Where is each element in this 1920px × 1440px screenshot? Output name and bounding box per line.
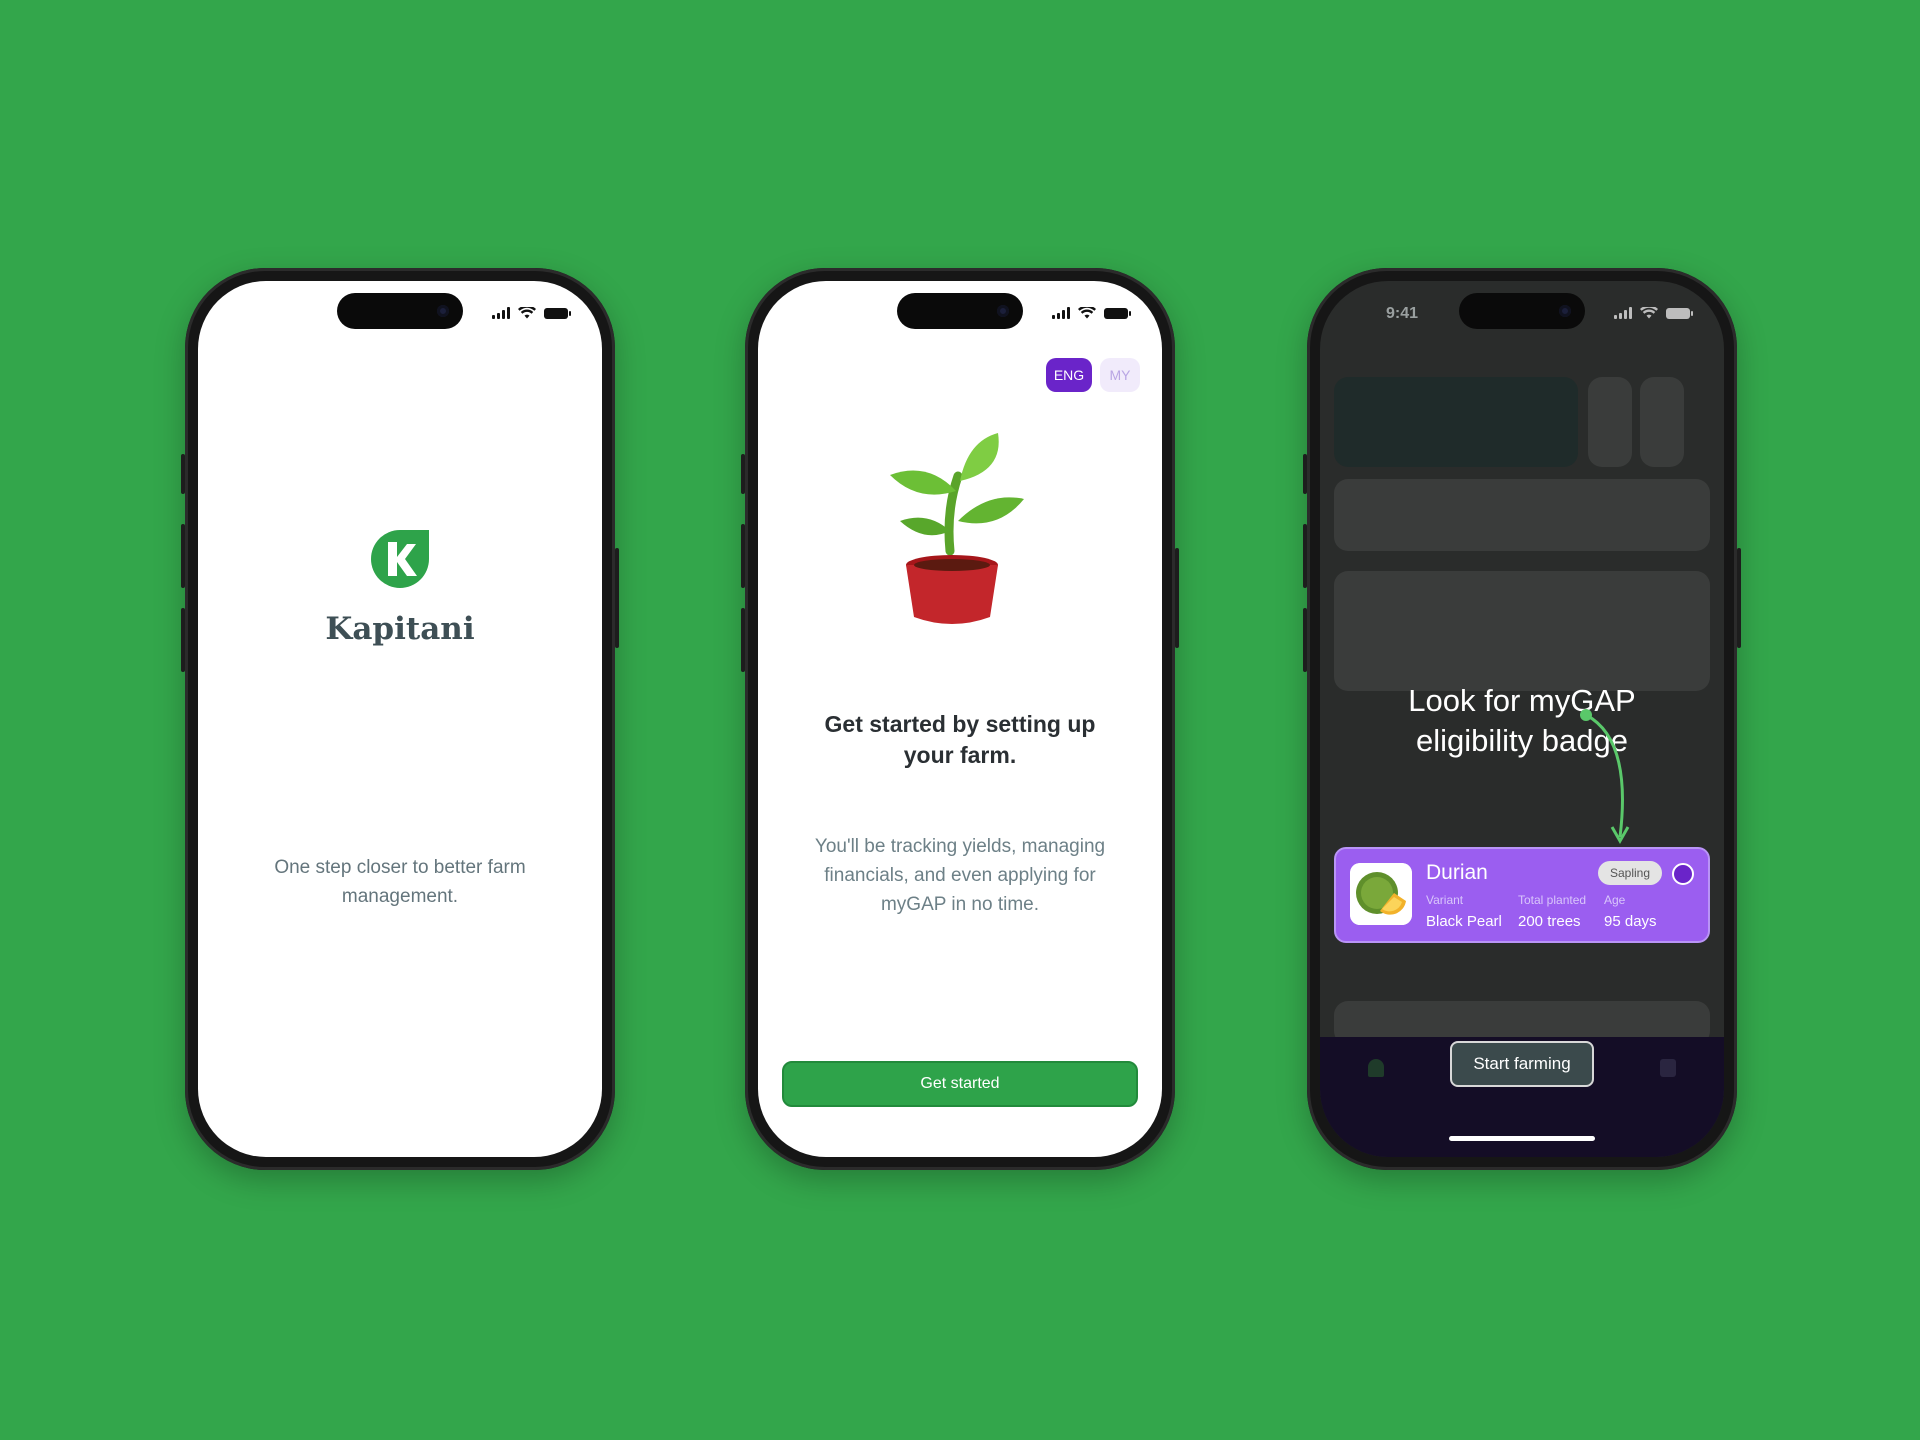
age-meta: Age 95 days: [1604, 893, 1657, 930]
dynamic-island: [1459, 293, 1585, 329]
forecast-tile: [1588, 377, 1632, 467]
language-my-button[interactable]: MY: [1100, 358, 1140, 392]
financials-card: [1334, 571, 1710, 691]
splash-tagline: One step closer to better farm managemen…: [274, 857, 526, 907]
crop-name: Durian: [1426, 861, 1488, 884]
forecast-tile: [1640, 377, 1684, 467]
battery-icon: [544, 307, 571, 319]
nav-reports-icon[interactable]: [1660, 1059, 1676, 1077]
nav-home-icon[interactable]: [1368, 1059, 1384, 1077]
language-eng-button[interactable]: ENG: [1046, 358, 1092, 392]
signal-icon: [1052, 307, 1070, 319]
phone-splash: Kapitani One step closer to better farm …: [181, 268, 619, 1170]
brand-name: Kapitani: [325, 611, 475, 647]
home-indicator: [1449, 1136, 1595, 1141]
status-bar: [492, 307, 571, 319]
wifi-icon: [1640, 307, 1658, 319]
annotation-arrow: [1580, 709, 1630, 845]
home-screen: 9:41 Look for myGAP eligibility badge Du…: [1320, 281, 1724, 1157]
crop-card[interactable]: Durian Sapling Variant Black Pearl Total…: [1334, 847, 1710, 943]
signal-icon: [1614, 307, 1632, 319]
mygap-badge-icon[interactable]: [1672, 863, 1694, 885]
start-farming-button[interactable]: Start farming: [1450, 1041, 1594, 1087]
battery-icon: [1666, 307, 1693, 319]
wifi-icon: [1078, 307, 1096, 319]
weather-card: [1334, 377, 1578, 467]
onboarding-screen: ENG MY Get started by setting up your fa…: [758, 281, 1162, 1157]
plant-pot-illustration: [890, 433, 1024, 624]
get-started-button[interactable]: Get started: [782, 1061, 1138, 1107]
kapitani-logo: [371, 530, 429, 588]
onboarding-subtitle: You'll be tracking yields, managing fina…: [814, 836, 1106, 915]
wifi-icon: [518, 307, 536, 319]
status-bar: [1052, 307, 1131, 319]
status-bar: [1614, 307, 1693, 319]
farm-card: [1334, 479, 1710, 551]
planted-meta: Total planted 200 trees: [1518, 893, 1587, 930]
onboarding-title: Get started by setting up your farm.: [824, 711, 1096, 768]
battery-icon: [1104, 307, 1131, 319]
status-time: 9:41: [1386, 305, 1419, 322]
splash-screen: Kapitani One step closer to better farm …: [198, 281, 602, 1157]
dynamic-island: [337, 293, 463, 329]
phone-onboarding: ENG MY Get started by setting up your fa…: [741, 268, 1179, 1170]
phone-home: 9:41 Look for myGAP eligibility badge Du…: [1303, 268, 1741, 1170]
dynamic-island: [897, 293, 1023, 329]
signal-icon: [492, 307, 510, 319]
variant-meta: Variant Black Pearl: [1426, 893, 1502, 930]
durian-icon: [1350, 863, 1412, 925]
stage-badge: Sapling: [1597, 861, 1662, 885]
